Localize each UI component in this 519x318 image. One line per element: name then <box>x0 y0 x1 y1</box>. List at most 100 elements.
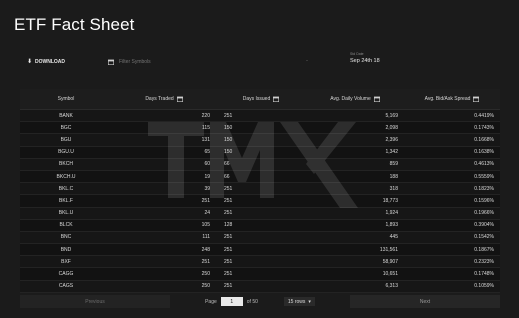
cell-days-issued: 128 <box>224 222 233 229</box>
cell-days-issued: 251 <box>224 258 233 265</box>
cell-days-traded: 248 <box>201 246 210 253</box>
cell-symbol: BXF <box>61 258 71 265</box>
cell-days-issued: 66 <box>224 161 230 168</box>
table-row[interactable]: BNC 111 251 445 0.1542% <box>20 231 500 245</box>
etf-table: Symbol Days Traded Days Issued Avg. Dail… <box>20 89 500 293</box>
column-avg-bid-ask-spread[interactable]: Avg. Bid/Ask Spread <box>404 96 500 102</box>
download-button[interactable]: ⬇ DOWNLOAD <box>27 59 65 65</box>
cell-symbol: BNC <box>60 234 72 241</box>
date-separator: - <box>306 58 308 64</box>
cell-days-traded: 65 <box>204 149 210 156</box>
cell-symbol: CAGS <box>58 283 74 290</box>
cell-avg-bid-ask-spread: 0.1668% <box>474 136 494 143</box>
filter-symbols[interactable] <box>108 56 298 68</box>
cell-avg-daily-volume: 6,313 <box>385 283 398 290</box>
chevron-down-icon: ▾ <box>308 298 311 305</box>
calendar-icon <box>373 96 380 102</box>
cell-days-traded: 39 <box>204 185 210 192</box>
cell-avg-bid-ask-spread: 0.1542% <box>474 234 494 241</box>
cell-avg-bid-ask-spread: 0.1638% <box>474 149 494 156</box>
cell-days-traded: 251 <box>201 197 210 204</box>
cell-symbol: BGC <box>60 124 72 131</box>
cell-symbol: BKL.U <box>58 210 74 217</box>
page-count: of 50 <box>246 298 258 305</box>
cell-avg-daily-volume: 1,342 <box>385 149 398 156</box>
cell-days-issued: 251 <box>224 246 233 253</box>
table-row[interactable]: BLCK 105 128 1,893 0.3904% <box>20 219 500 232</box>
table-row[interactable]: BKCH.U 19 66 188 0.5559% <box>20 170 500 184</box>
rows-per-page-select[interactable]: 15 rows ▾ <box>283 297 315 306</box>
column-avg-daily-volume[interactable]: Avg. Daily Volume <box>306 96 404 102</box>
page-label: Page <box>205 298 217 305</box>
table-row[interactable]: CAGS 250 251 6,313 0.1059% <box>20 280 500 293</box>
table-row[interactable]: BGU 131 150 2,396 0.1668% <box>20 134 500 147</box>
cell-avg-daily-volume: 5,169 <box>385 112 398 119</box>
table-row[interactable]: BANK 220 251 5,169 0.4419% <box>20 110 500 123</box>
column-days-issued[interactable]: Days Issued <box>216 96 306 102</box>
cell-avg-bid-ask-spread: 0.1059% <box>474 283 494 290</box>
cell-symbol: BLCK <box>59 222 73 229</box>
cell-avg-daily-volume: 859 <box>389 161 398 168</box>
cell-avg-daily-volume: 10,651 <box>382 271 398 278</box>
cell-symbol: BGU <box>60 136 72 143</box>
table-row[interactable]: CAGG 250 251 10,651 0.1748% <box>20 268 500 281</box>
previous-button[interactable]: Previous <box>20 295 170 308</box>
cell-days-traded: 250 <box>201 283 210 290</box>
table-header: Symbol Days Traded Days Issued Avg. Dail… <box>20 89 500 110</box>
cell-avg-bid-ask-spread: 0.1867% <box>474 246 494 253</box>
cell-avg-daily-volume: 18,773 <box>382 197 398 204</box>
column-symbol[interactable]: Symbol <box>20 96 112 102</box>
cell-avg-bid-ask-spread: 0.1823% <box>474 185 494 192</box>
table-row[interactable]: BKL.F 251 251 18,773 0.1596% <box>20 195 500 208</box>
cell-symbol: BKCH.U <box>56 173 76 180</box>
cell-days-issued: 251 <box>224 197 233 204</box>
cell-avg-bid-ask-spread: 0.1596% <box>474 197 494 204</box>
cell-avg-bid-ask-spread: 0.1966% <box>474 210 494 217</box>
filter-input[interactable] <box>119 59 279 65</box>
cell-avg-bid-ask-spread: 0.3904% <box>474 222 494 229</box>
cell-avg-bid-ask-spread: 0.4613% <box>474 161 494 168</box>
cell-avg-bid-ask-spread: 0.1743% <box>474 124 494 131</box>
cell-avg-daily-volume: 2,098 <box>385 124 398 131</box>
calendar-icon <box>108 59 114 65</box>
table-row[interactable]: BGC 115 150 2,098 0.1743% <box>20 122 500 135</box>
cell-avg-bid-ask-spread: 0.1748% <box>474 271 494 278</box>
calendar-icon <box>273 96 280 102</box>
cell-avg-bid-ask-spread: 0.5559% <box>474 173 494 180</box>
cell-days-traded: 105 <box>201 222 210 229</box>
table-row[interactable]: BKL.C 39 251 318 0.1823% <box>20 183 500 196</box>
cell-days-traded: 111 <box>202 234 210 241</box>
cell-avg-daily-volume: 318 <box>389 185 398 192</box>
cell-avg-daily-volume: 58,907 <box>382 258 398 265</box>
cell-symbol: BKCH <box>59 161 73 168</box>
cell-days-issued: 150 <box>224 149 233 156</box>
cell-avg-daily-volume: 1,893 <box>385 222 398 229</box>
page-title: ETF Fact Sheet <box>14 15 135 34</box>
cell-days-issued: 150 <box>224 136 233 143</box>
table-row[interactable]: BKCH 60 66 859 0.4613% <box>20 158 500 171</box>
cell-avg-daily-volume: 188 <box>389 173 398 180</box>
column-days-traded[interactable]: Days Traded <box>112 96 216 102</box>
cell-days-issued: 66 <box>224 173 230 180</box>
calendar-icon <box>176 96 183 102</box>
table-row[interactable]: BND 248 251 131,561 0.1867% <box>20 244 500 257</box>
cell-days-traded: 220 <box>201 112 210 119</box>
next-button[interactable]: Next <box>350 295 500 308</box>
cell-days-traded: 251 <box>201 258 210 265</box>
date-input[interactable]: Sep 24th 18 <box>350 58 380 64</box>
cell-days-traded: 24 <box>204 210 210 217</box>
table-row[interactable]: BKL.U 24 251 1,924 0.1966% <box>20 207 500 220</box>
page-controls: Page of 50 15 rows ▾ <box>178 297 342 306</box>
cell-days-issued: 251 <box>224 185 233 192</box>
table-row[interactable]: BGU.U 65 150 1,342 0.1638% <box>20 146 500 159</box>
toolbar: ⬇ DOWNLOAD - Std Date Sep 24th 18 <box>0 50 519 76</box>
page-input[interactable] <box>220 297 243 306</box>
cell-days-issued: 150 <box>224 124 233 131</box>
cell-symbol: BANK <box>59 112 73 119</box>
cell-days-issued: 251 <box>224 112 233 119</box>
table-row[interactable]: BXF 251 251 58,907 0.2323% <box>20 256 500 269</box>
cell-days-traded: 131 <box>201 136 210 143</box>
cell-days-issued: 251 <box>224 271 233 278</box>
cell-symbol: BGU.U <box>58 149 74 156</box>
cell-avg-daily-volume: 1,924 <box>385 210 398 217</box>
